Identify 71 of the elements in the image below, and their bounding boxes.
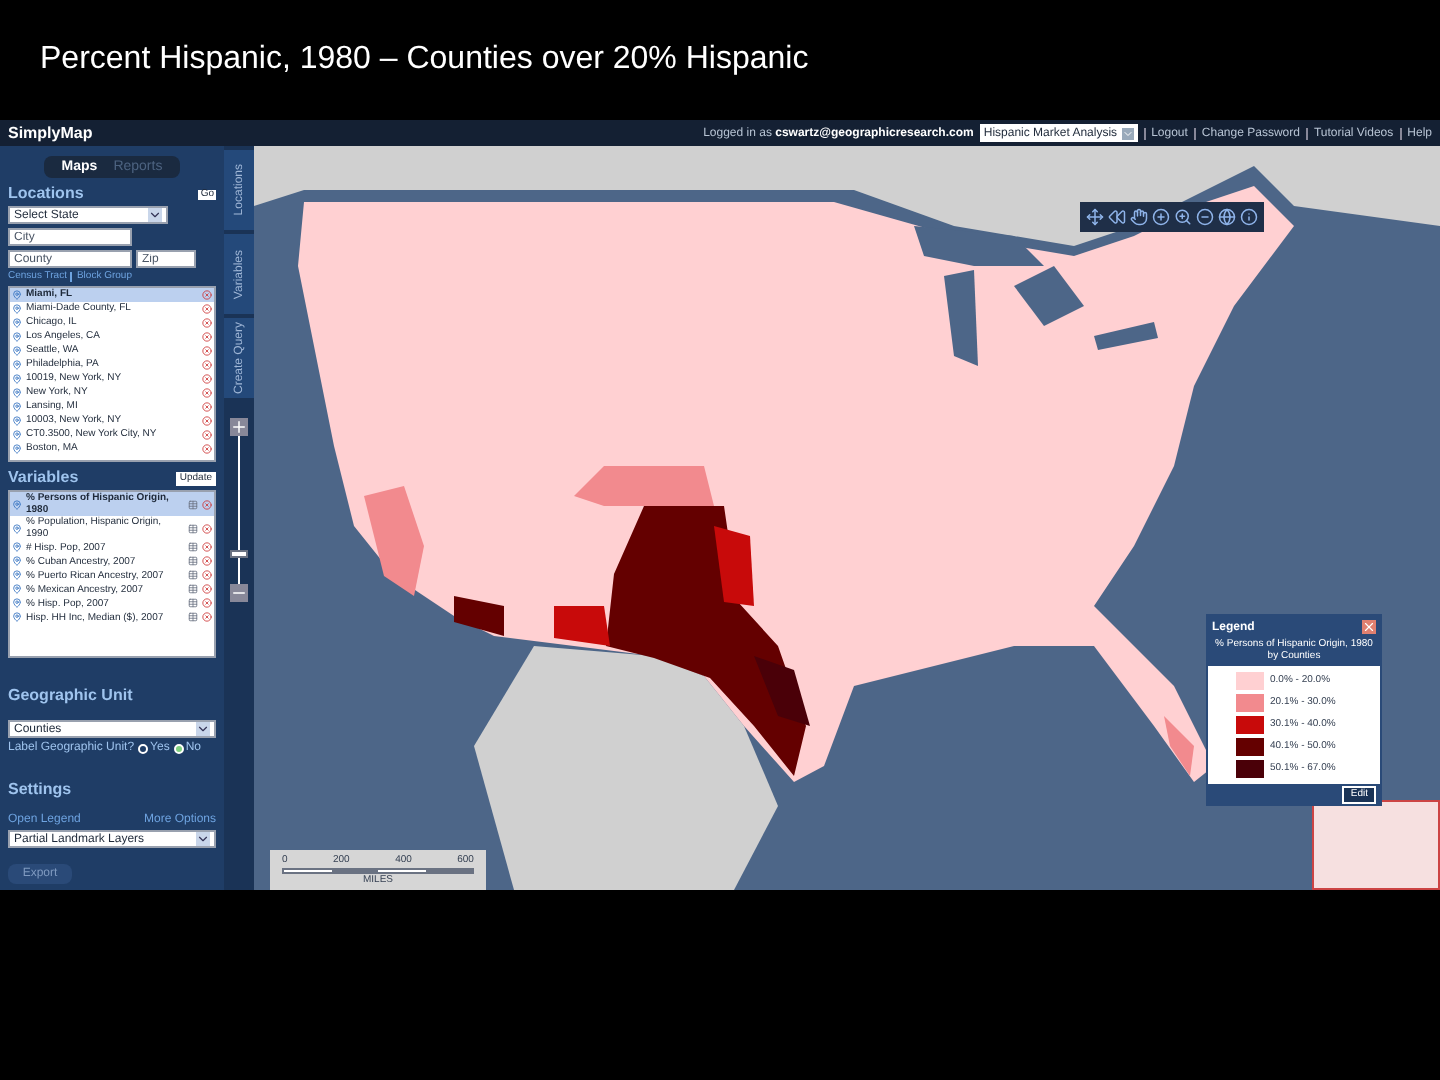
pin-icon <box>12 318 22 328</box>
table-icon[interactable] <box>188 556 198 566</box>
pin-icon <box>12 360 22 370</box>
dropdown-arrow-icon <box>196 722 210 736</box>
pin-icon <box>12 290 22 300</box>
dropdown-arrow-icon <box>196 832 210 846</box>
pin-icon <box>12 388 22 398</box>
delete-icon[interactable] <box>202 360 212 370</box>
pin-icon <box>12 523 22 533</box>
hand-icon[interactable] <box>1130 208 1148 226</box>
zoom-in-icon[interactable] <box>1152 208 1170 226</box>
pin-icon <box>12 570 22 580</box>
dropdown-arrow-icon <box>1121 127 1134 139</box>
radio-button[interactable] <box>173 743 184 753</box>
section-heading: Variables <box>8 470 79 486</box>
zoom-out-icon[interactable] <box>1196 208 1214 226</box>
slider-thumb[interactable] <box>229 550 247 559</box>
table-icon[interactable] <box>188 523 198 533</box>
magnifier-icon[interactable] <box>1174 208 1192 226</box>
delete-icon[interactable] <box>202 542 212 552</box>
table-icon[interactable] <box>188 499 198 509</box>
pin-icon <box>12 612 22 622</box>
rewind-icon[interactable] <box>1108 208 1126 226</box>
pin-icon <box>12 332 22 342</box>
delete-icon[interactable] <box>202 332 212 342</box>
table-icon[interactable] <box>188 612 198 622</box>
delete-icon[interactable] <box>202 318 212 328</box>
delete-icon[interactable] <box>202 523 212 533</box>
pin-icon <box>12 556 22 566</box>
table-icon[interactable] <box>188 584 198 594</box>
pin-icon <box>12 304 22 314</box>
globe-icon[interactable] <box>1218 208 1236 226</box>
delete-icon[interactable] <box>202 499 212 509</box>
overview-map <box>1312 800 1440 890</box>
delete-icon[interactable] <box>202 612 212 622</box>
pin-icon <box>12 430 22 440</box>
delete-icon[interactable] <box>202 444 212 454</box>
delete-icon[interactable] <box>202 584 212 594</box>
close-icon[interactable] <box>1362 620 1376 634</box>
slide-title: Percent Hispanic, 1980 – Counties over 20% Hispanic <box>40 40 809 80</box>
delete-icon[interactable] <box>202 430 212 440</box>
delete-icon[interactable] <box>202 388 212 398</box>
move-icon[interactable] <box>1086 208 1104 226</box>
delete-icon[interactable] <box>202 346 212 356</box>
delete-icon[interactable] <box>202 374 212 384</box>
table-icon[interactable] <box>188 542 198 552</box>
pin-icon <box>12 598 22 608</box>
pin-icon <box>12 374 22 384</box>
radio-button[interactable] <box>138 743 149 753</box>
section-heading: Geographic Unit <box>8 686 133 704</box>
pin-icon <box>12 402 22 412</box>
delete-icon[interactable] <box>202 598 212 608</box>
table-icon[interactable] <box>188 570 198 580</box>
info-icon[interactable] <box>1240 208 1258 226</box>
delete-icon[interactable] <box>202 570 212 580</box>
dropdown-arrow-icon <box>148 208 162 222</box>
table-icon[interactable] <box>188 598 198 608</box>
pin-icon <box>12 444 22 454</box>
delete-icon[interactable] <box>202 290 212 300</box>
pin-icon <box>12 584 22 594</box>
section-heading: Locations <box>8 186 84 202</box>
delete-icon[interactable] <box>202 402 212 412</box>
delete-icon[interactable] <box>202 304 212 314</box>
pin-icon <box>12 416 22 426</box>
section-heading: Settings <box>8 780 72 798</box>
app-logo: SimplyMap <box>8 125 93 141</box>
pin-icon <box>12 346 22 356</box>
pin-icon <box>12 499 22 509</box>
delete-icon[interactable] <box>202 556 212 566</box>
delete-icon[interactable] <box>202 416 212 426</box>
pin-icon <box>12 542 22 552</box>
